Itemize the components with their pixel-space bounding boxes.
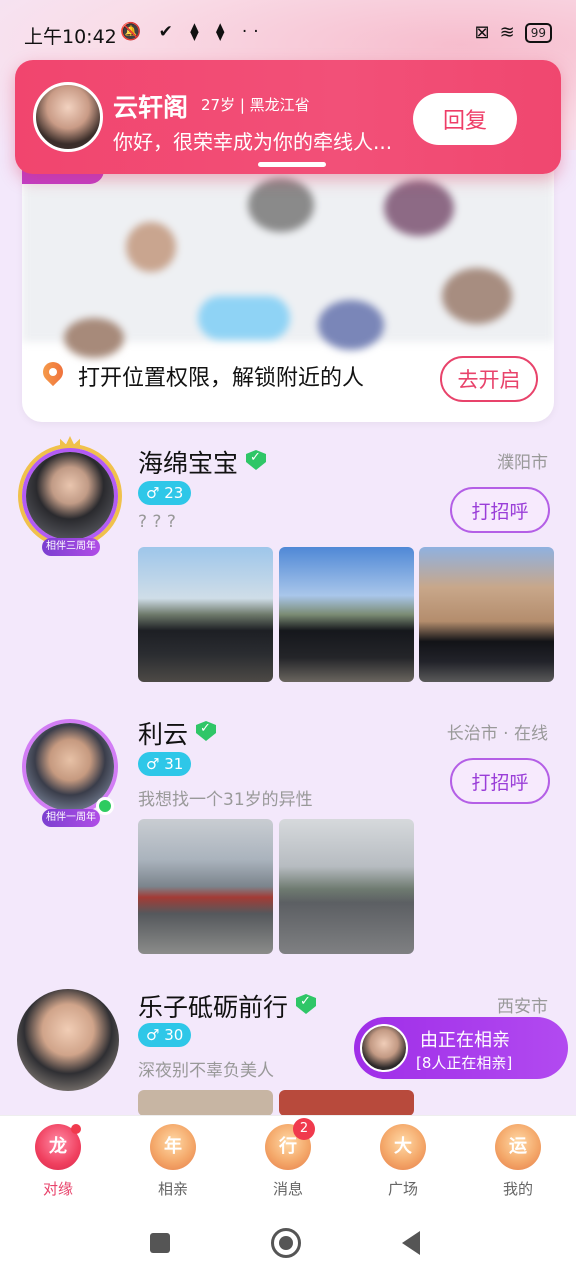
- battery-icon: 99: [524, 22, 552, 43]
- user-bio: ? ? ?: [138, 512, 176, 532]
- home-icon[interactable]: [271, 1228, 301, 1258]
- status-left-icons: 🔕 ✔ ⧫ ⧫ ··: [120, 22, 265, 42]
- age-tag: ♂ 31: [138, 752, 192, 776]
- user-avatar-frame[interactable]: [14, 986, 122, 1094]
- user-photo[interactable]: [279, 1090, 414, 1116]
- reply-button[interactable]: 回复: [413, 93, 517, 145]
- user-photo[interactable]: [138, 1090, 273, 1116]
- nav-label: 相亲: [157, 1180, 188, 1198]
- user-avatar-frame[interactable]: 相伴三周年: [16, 436, 124, 556]
- notification-avatar: [33, 82, 103, 152]
- age-tag: ♂ 23: [138, 481, 192, 505]
- nav-label: 对缘: [42, 1180, 73, 1198]
- avatar[interactable]: [22, 448, 118, 544]
- status-time: 上午10:42: [24, 26, 117, 48]
- user-bio: 我想找一个31岁的异性: [138, 790, 313, 810]
- message-notification[interactable]: 云轩阁 27岁 | 黑龙江省 你好，很荣幸成为你的牵线人... 回复: [15, 60, 561, 174]
- live-title: 由正在相亲: [420, 1030, 510, 1051]
- notification-sender-name: 云轩阁: [113, 93, 189, 122]
- big-icon: 大: [380, 1124, 426, 1170]
- bottom-navigation: 龙 对缘 年 相亲 行 2 消息 大 广场 运 我的: [0, 1115, 576, 1205]
- nav-label: 广场: [387, 1180, 418, 1198]
- sim-icon: ⊠: [474, 22, 490, 43]
- verified-icon: [246, 450, 266, 470]
- user-card[interactable]: 相伴三周年 海绵宝宝 濮阳市 ♂ 23 ? ? ? 打招呼: [0, 436, 576, 696]
- user-name: 利云: [138, 720, 189, 749]
- luck-icon: 运: [495, 1124, 541, 1170]
- enable-location-button[interactable]: 去开启: [440, 356, 538, 402]
- age-tag: ♂ 30: [138, 1023, 192, 1047]
- user-card[interactable]: 相伴一周年 利云 长治市 · 在线 ♂ 31 我想找一个31岁的异性 打招呼: [0, 707, 576, 967]
- recents-icon[interactable]: [150, 1233, 170, 1253]
- nav-item-plaza[interactable]: 大 广场: [363, 1124, 443, 1199]
- nav-label: 消息: [272, 1180, 303, 1198]
- verified-icon: [296, 994, 316, 1014]
- back-icon[interactable]: [402, 1231, 420, 1255]
- live-matchmaking-pill[interactable]: 由正在相亲 [8人正在相亲]: [354, 1017, 568, 1079]
- user-photo[interactable]: [138, 547, 273, 682]
- user-name: 海绵宝宝: [138, 449, 239, 478]
- travel-icon: 行 2: [265, 1118, 315, 1170]
- notification-sender-meta: 27岁 | 黑龙江省: [201, 96, 310, 114]
- user-avatar-frame[interactable]: 相伴一周年: [16, 713, 124, 827]
- dragon-icon: 龙: [35, 1124, 81, 1170]
- wifi-icon: ≋: [499, 22, 515, 43]
- user-photo[interactable]: [279, 819, 414, 954]
- online-status-dot: [96, 797, 114, 815]
- location-row: 打开位置权限，解锁附近的人: [42, 360, 364, 392]
- blurred-map: [22, 150, 554, 358]
- notification-message: 你好，很荣幸成为你的牵线人...: [113, 130, 393, 154]
- greet-button[interactable]: 打招呼: [450, 487, 550, 533]
- status-right-icons: ⊠ ≋ 99: [475, 22, 552, 43]
- user-city: 西安市: [497, 997, 548, 1017]
- user-photo[interactable]: [419, 547, 554, 682]
- nav-item-messages[interactable]: 行 2 消息: [248, 1118, 328, 1199]
- user-name: 乐子砥砺前行: [138, 993, 289, 1022]
- unread-dot: [71, 1124, 81, 1134]
- user-photo[interactable]: [138, 819, 273, 954]
- message-count-badge: 2: [293, 1118, 315, 1140]
- user-city: 长治市 · 在线: [446, 724, 548, 744]
- live-subtitle: [8人正在相亲]: [416, 1054, 513, 1072]
- nav-label: 我的: [502, 1180, 533, 1198]
- anniversary-badge: 相伴一周年: [42, 809, 100, 827]
- user-city: 濮阳市: [497, 453, 548, 473]
- nav-item-profile[interactable]: 运 我的: [478, 1124, 558, 1199]
- notification-handle[interactable]: [258, 162, 326, 167]
- location-pin-icon: [42, 362, 64, 390]
- nav-item-dating[interactable]: 年 相亲: [133, 1124, 213, 1199]
- greet-button[interactable]: 打招呼: [450, 758, 550, 804]
- verified-icon: [196, 721, 216, 741]
- nav-item-match[interactable]: 龙 对缘: [18, 1124, 98, 1199]
- location-permission-card[interactable]: 打开位置权限，解锁附近的人 去开启: [22, 150, 554, 422]
- avatar[interactable]: [17, 989, 119, 1091]
- year-icon: 年: [150, 1124, 196, 1170]
- system-navigation-bar: [0, 1205, 576, 1280]
- anniversary-badge: 相伴三周年: [42, 538, 100, 556]
- user-bio: 深夜别不辜负美人: [138, 1061, 274, 1081]
- location-permission-text: 打开位置权限，解锁附近的人: [78, 366, 365, 391]
- live-host-avatar: [360, 1024, 408, 1072]
- user-photo[interactable]: [279, 547, 414, 682]
